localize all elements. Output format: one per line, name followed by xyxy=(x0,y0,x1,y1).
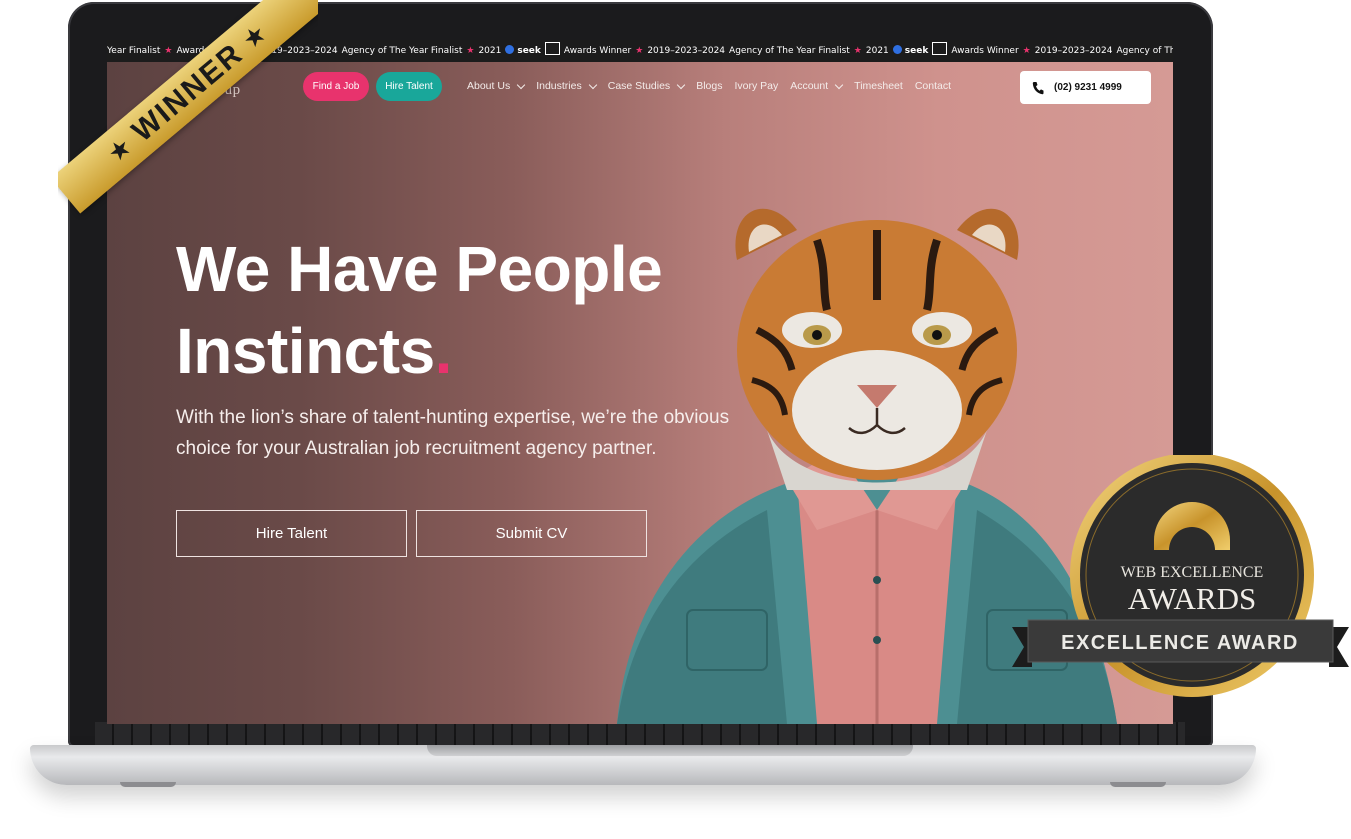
hero-hire-talent-button[interactable]: Hire Talent xyxy=(176,510,407,557)
phone-button[interactable]: (02) 9231 4999 xyxy=(1020,71,1151,104)
headline-dot: . xyxy=(434,315,453,387)
nav-item-case-studies[interactable]: Case Studies xyxy=(607,80,686,92)
ticker-item: 2021 xyxy=(478,46,502,56)
nav-item-label: Account xyxy=(790,80,829,92)
nav-item-label: Timesheet xyxy=(854,80,903,92)
phone-icon xyxy=(1032,81,1044,94)
chevron-down-icon xyxy=(516,80,526,89)
laptop-notch xyxy=(427,745,913,756)
nav-item-industries[interactable]: Industries xyxy=(536,80,597,92)
nav-item-ivory-pay[interactable]: Ivory Pay xyxy=(734,80,778,92)
star-icon: ★ xyxy=(1022,46,1031,56)
seek-logo: seek xyxy=(517,46,541,56)
winner-label: WINNER xyxy=(125,37,250,149)
ticker-item: 2019–2023–2024 xyxy=(647,46,726,56)
nav-item-label: Case Studies xyxy=(607,80,671,92)
ticker-item: 2021 xyxy=(865,46,889,56)
ticker-item: Awards Winner xyxy=(951,46,1019,56)
star-icon: ★ xyxy=(635,46,644,56)
nav-item-contact[interactable]: Contact xyxy=(915,80,951,92)
badge-line2: AWARDS xyxy=(1128,581,1256,616)
award-badge: WEB EXCELLENCE AWARDS EXCELLENCE AWARD xyxy=(1012,455,1349,697)
seek-logo: seek xyxy=(904,46,929,56)
star-icon: ★ xyxy=(466,46,475,56)
award-box-icon xyxy=(932,42,948,55)
laptop-base xyxy=(30,745,1256,787)
ticker-item: Agency of The Year Finalist xyxy=(341,46,463,56)
star-icon: ★ xyxy=(853,46,862,56)
nav-item-label: Industries xyxy=(536,80,582,92)
ticker-item: 2019–2023–2024 xyxy=(1034,46,1113,56)
headline-word: Instincts xyxy=(176,315,435,387)
nav-item-account[interactable]: Account xyxy=(790,80,844,92)
nav-item-label: About Us xyxy=(467,80,511,92)
badge-line1: WEB EXCELLENCE xyxy=(1121,564,1264,581)
chevron-down-icon xyxy=(676,80,686,89)
nav-item-about-us[interactable]: About Us xyxy=(467,80,526,92)
winner-ribbon: ★ WINNER ★ xyxy=(58,0,318,214)
chevron-down-icon xyxy=(834,80,844,89)
keyboard xyxy=(95,722,1185,746)
badge-banner-text: EXCELLENCE AWARD xyxy=(1061,632,1299,654)
laptop-foot xyxy=(120,782,176,787)
hire-talent-button[interactable]: Hire Talent xyxy=(376,72,442,101)
award-box-icon xyxy=(544,42,560,55)
seek-mark-icon xyxy=(505,45,515,54)
chevron-down-icon xyxy=(588,80,597,89)
nav-item-label: Ivory Pay xyxy=(734,80,779,92)
star-icon: ★ xyxy=(103,132,137,166)
phone-number: (02) 9231 4999 xyxy=(1054,82,1122,93)
nav-item-timesheet[interactable]: Timesheet xyxy=(854,80,903,92)
nav-item-blogs[interactable]: Blogs xyxy=(696,80,722,92)
ticker-item: Awards Winner xyxy=(563,46,632,56)
laptop-foot xyxy=(1110,782,1166,787)
winner-ribbon-wrap: ★ WINNER ★ xyxy=(58,0,318,220)
star-icon: ★ xyxy=(238,19,272,53)
nav-item-label: Contact xyxy=(914,80,951,92)
nav-item-label: Blogs xyxy=(696,80,723,92)
main-nav: About Us Industries Case Studies Blogs Ivory… xyxy=(467,80,963,92)
ticker-item: Agency of The Year Finalist xyxy=(729,46,850,56)
ticker-item: Agency of The Year xyxy=(1116,46,1173,56)
seek-mark-icon xyxy=(892,45,902,54)
